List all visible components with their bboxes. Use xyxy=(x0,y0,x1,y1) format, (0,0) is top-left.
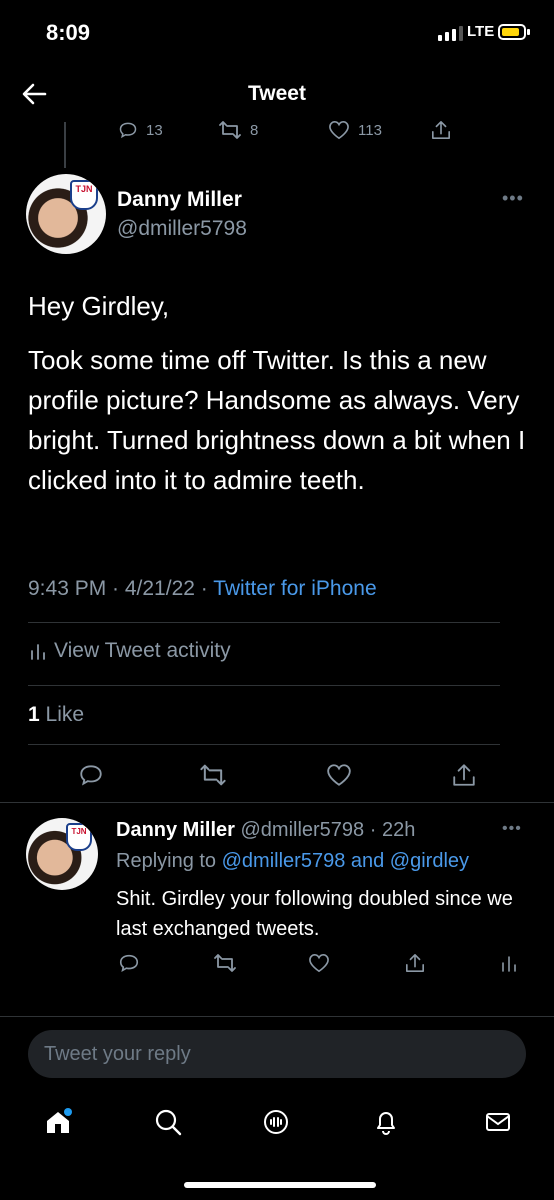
prev-reply-button[interactable]: 13 xyxy=(118,120,163,140)
section-divider xyxy=(0,802,554,803)
reply-text: Shit. Girdley your following doubled sin… xyxy=(116,888,513,940)
reply-author-name[interactable]: Danny Miller xyxy=(116,819,235,841)
composer-divider xyxy=(0,1016,554,1017)
likes-count: 1 xyxy=(28,703,40,726)
reply-icon xyxy=(80,765,102,786)
activity-bars-icon xyxy=(502,956,516,972)
reply-reply-button[interactable] xyxy=(114,948,144,978)
reply-composer[interactable] xyxy=(28,1030,526,1078)
tweet-timestamp: 9:43 PM · 4/21/22 · xyxy=(28,577,214,600)
tweet-paragraph-2: Took some time off Twitter. Is this a ne… xyxy=(28,345,526,495)
more-options-icon[interactable]: ••• xyxy=(502,188,524,209)
prev-share-button[interactable] xyxy=(430,120,452,140)
signal-icon xyxy=(438,26,463,41)
reply-author-meta: @dmiller5798 · 22h xyxy=(240,819,416,841)
reply-share-button[interactable] xyxy=(400,948,430,978)
share-icon xyxy=(432,121,450,139)
tweet-meta: 9:43 PM · 4/21/22 · Twitter for iPhone xyxy=(28,577,377,601)
tab-home[interactable] xyxy=(40,1104,76,1140)
heart-icon xyxy=(327,764,351,786)
tweet-paragraph-1: Hey Girdley, xyxy=(28,291,170,321)
share-icon xyxy=(406,954,424,972)
tab-messages[interactable] xyxy=(480,1104,516,1140)
team-badge: TJN xyxy=(66,823,92,851)
network-label: LTE xyxy=(467,23,495,40)
view-activity-label: View Tweet activity xyxy=(54,639,231,662)
tab-notifications[interactable] xyxy=(368,1104,404,1140)
avatar[interactable]: TJN xyxy=(26,174,106,254)
heart-icon xyxy=(329,120,349,140)
reply-like-button[interactable] xyxy=(304,948,334,978)
tweet-source-link[interactable]: Twitter for iPhone xyxy=(213,577,376,600)
home-indicator xyxy=(184,1182,376,1188)
likes-label: Like xyxy=(39,703,85,726)
tab-spaces[interactable] xyxy=(258,1104,294,1140)
thread-line xyxy=(64,122,66,168)
page-title: Tweet xyxy=(248,82,306,105)
replying-to-line: Replying to @dmiller5798 and @girdley xyxy=(116,850,469,873)
spaces-icon xyxy=(264,1110,288,1134)
replying-to-mentions[interactable]: @dmiller5798 and @girdley xyxy=(222,850,469,872)
home-icon xyxy=(47,1108,72,1133)
like-button[interactable] xyxy=(324,760,354,790)
retweet-icon xyxy=(219,121,241,139)
reply-icon xyxy=(119,954,139,972)
retweet-button[interactable] xyxy=(198,760,228,790)
share-button[interactable] xyxy=(449,760,479,790)
divider xyxy=(28,685,500,686)
status-time: 8:09 xyxy=(46,20,91,45)
reply-button[interactable] xyxy=(76,760,106,790)
heart-icon xyxy=(309,953,329,973)
author-handle[interactable]: @dmiller5798 xyxy=(117,217,247,241)
retweet-icon xyxy=(200,764,226,786)
mail-icon xyxy=(486,1113,510,1131)
activity-bars-icon xyxy=(31,644,45,660)
status-bar: 8:09 LTE xyxy=(0,0,554,62)
likes-summary[interactable]: 1 Like xyxy=(28,703,84,727)
prev-retweet-count: 8 xyxy=(250,121,259,139)
reply-input[interactable] xyxy=(28,1030,526,1078)
prev-reply-count: 13 xyxy=(146,121,163,139)
bell-icon xyxy=(377,1112,395,1135)
share-icon xyxy=(453,764,475,786)
author-name[interactable]: Danny Miller xyxy=(117,188,242,212)
reply-icon xyxy=(119,122,137,139)
view-activity-button[interactable]: View Tweet activity xyxy=(30,639,231,663)
reply-more-options-icon[interactable]: ••• xyxy=(502,820,522,838)
divider xyxy=(28,622,500,623)
reply-activity-button[interactable] xyxy=(494,948,524,978)
reply-avatar[interactable]: TJN xyxy=(26,818,98,890)
search-icon xyxy=(155,1109,182,1136)
prev-retweet-button[interactable]: 8 xyxy=(218,120,258,140)
reply-retweet-button[interactable] xyxy=(210,948,240,978)
divider xyxy=(28,744,500,745)
replying-prefix: Replying to xyxy=(116,850,222,872)
battery-icon xyxy=(498,24,530,40)
retweet-icon xyxy=(214,954,236,972)
reply-author-line: Danny Miller @dmiller5798 · 22h xyxy=(116,819,415,842)
tab-search[interactable] xyxy=(150,1104,186,1140)
prev-like-button[interactable]: 113 xyxy=(328,120,382,140)
prev-like-count: 113 xyxy=(358,121,382,139)
team-badge: TJN xyxy=(70,180,98,210)
